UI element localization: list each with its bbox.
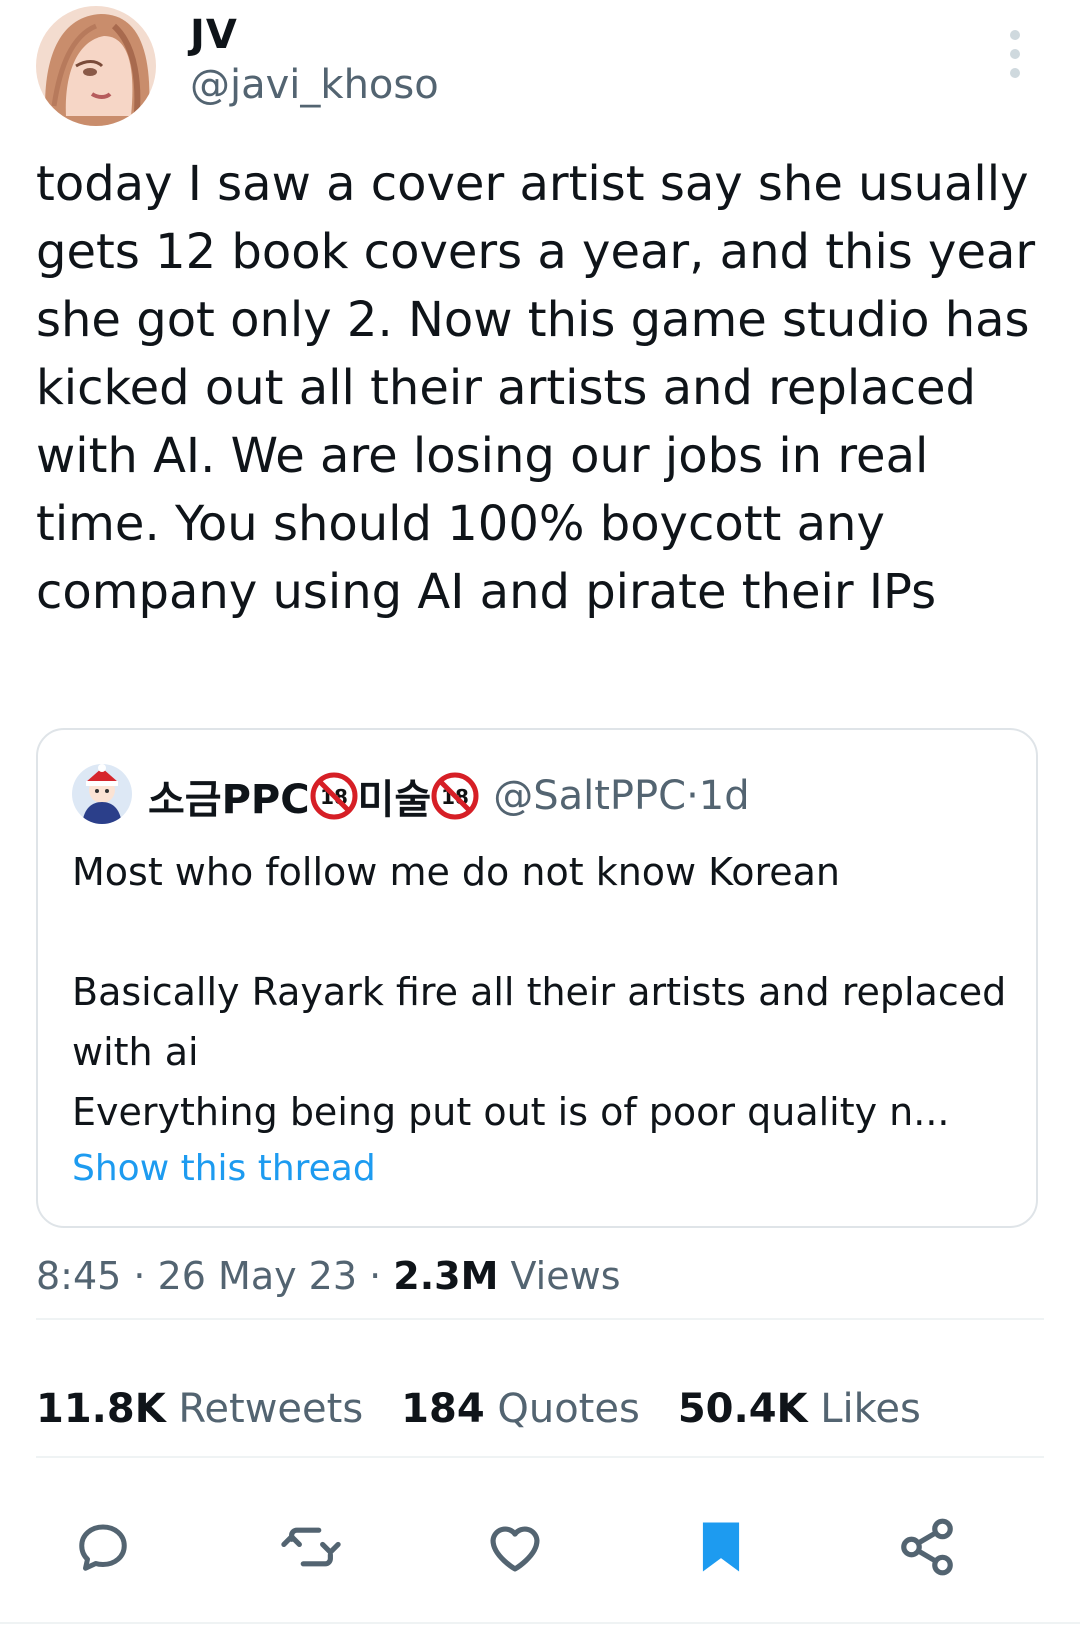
tweet-text: today I saw a cover artist say she usual… [36, 156, 1036, 620]
avatar-illustration [36, 6, 156, 126]
heart-icon[interactable] [480, 1512, 550, 1582]
likes-stat[interactable]: 50.4K Likes [678, 1386, 921, 1432]
reply-icon[interactable] [68, 1512, 138, 1582]
quoted-age: 1d [698, 773, 750, 819]
quoted-text: Most who follow me do not know Korean Ba… [72, 842, 1012, 1142]
likes-count: 50.4K [677, 1386, 808, 1432]
retweets-count: 11.8K [36, 1386, 166, 1432]
divider [36, 1318, 1044, 1320]
author-avatar[interactable] [36, 6, 156, 126]
quoted-name-prefix: 소금PPC [148, 777, 310, 823]
tweet-detail: JV @javi_khoso today I saw a cover artis… [0, 0, 1080, 1642]
views-count: 2.3M [393, 1254, 499, 1298]
tweet-meta: 8:45 · 26 May 23 · 2.3M Views [36, 1254, 621, 1298]
tweet-time[interactable]: 8:45 [36, 1254, 121, 1298]
bookmark-icon[interactable] [686, 1512, 756, 1582]
retweet-icon[interactable] [276, 1512, 346, 1582]
show-this-thread-link[interactable]: Show this thread [72, 1148, 376, 1189]
retweets-stat[interactable]: 11.8K Retweets [36, 1386, 363, 1432]
quoted-handle: @SaltPPC [493, 773, 687, 819]
quoted-author-avatar [72, 764, 132, 824]
quotes-stat[interactable]: 184 Quotes [401, 1386, 640, 1432]
quoted-text-line: Basically Rayark fire all their artists … [72, 970, 1007, 1074]
quotes-count: 184 [401, 1386, 485, 1432]
quoted-author-line: 소금PPC 18 미술 18 @SaltPPC · 1d [148, 768, 750, 824]
more-vertical-icon[interactable] [1000, 30, 1030, 78]
no-under-18-emoji-icon: 18 [431, 772, 479, 820]
quotes-label: Quotes [497, 1386, 640, 1432]
quoted-tweet-card[interactable]: 소금PPC 18 미술 18 @SaltPPC · 1d Most who fo… [36, 728, 1038, 1228]
views-label: Views [510, 1254, 621, 1298]
share-icon[interactable] [892, 1512, 962, 1582]
divider [0, 1622, 1080, 1624]
quoted-name-middle: 미술 [357, 777, 432, 823]
retweets-label: Retweets [178, 1386, 364, 1432]
likes-label: Likes [820, 1386, 921, 1432]
quoted-text-line: Most who follow me do not know Korean [72, 850, 840, 894]
quoted-separator: · [686, 773, 699, 819]
quoted-text-line: Everything being put out is of poor qual… [72, 1090, 950, 1134]
no-under-18-emoji-icon: 18 [310, 772, 358, 820]
author-display-name[interactable]: JV [190, 12, 238, 58]
tweet-date[interactable]: 26 May 23 [158, 1254, 357, 1298]
divider [36, 1456, 1044, 1458]
engagement-stats: 11.8K Retweets 184 Quotes 50.4K Likes [36, 1386, 921, 1432]
author-handle[interactable]: @javi_khoso [190, 62, 439, 108]
action-bar [0, 1512, 1080, 1592]
